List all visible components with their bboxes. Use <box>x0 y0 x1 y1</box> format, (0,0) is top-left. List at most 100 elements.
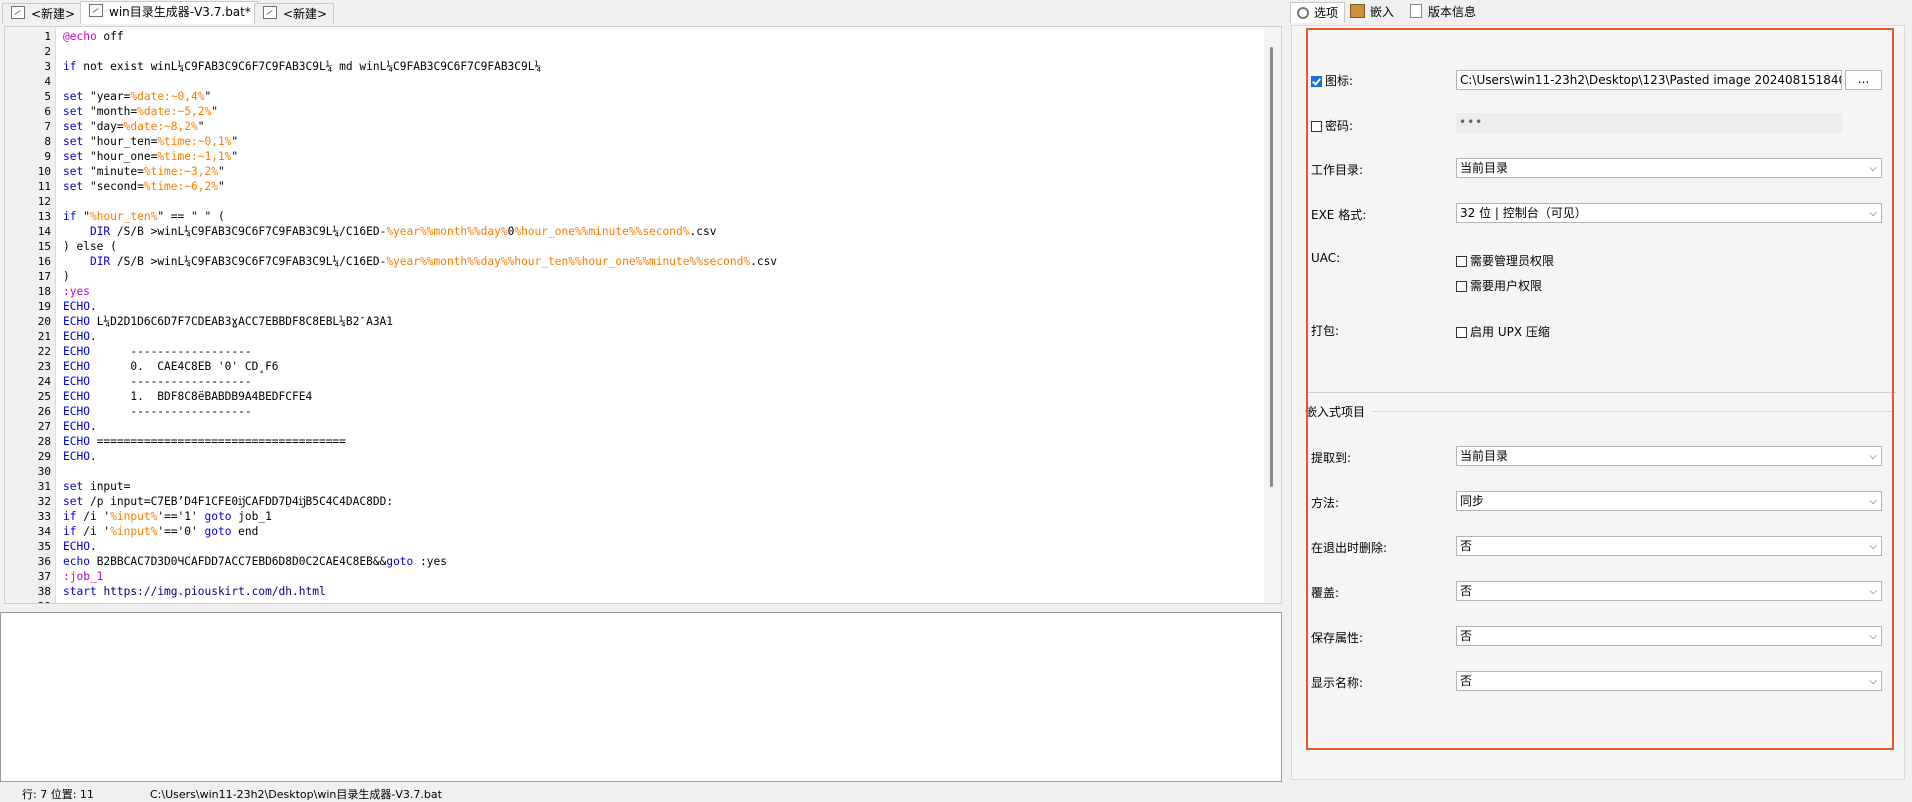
line-number: 39 <box>5 599 51 603</box>
uac-user-checkbox[interactable] <box>1456 281 1467 292</box>
line-number: 24 <box>37 375 51 388</box>
code-line: :job_1 <box>63 570 104 583</box>
password-checkbox[interactable] <box>1311 121 1322 132</box>
line-number: 27 <box>37 420 51 433</box>
upx-option[interactable]: 启用 UPX 压缩 <box>1456 323 1550 340</box>
code-line: ECHO 1. BDF8C8ëBABDB9A4BEDFCFE4 <box>63 390 313 403</box>
chevron-down-icon: ⌵ <box>1869 208 1877 219</box>
line-number: 35 <box>37 540 51 553</box>
save-attributes-select[interactable]: 否 ⌵ <box>1456 626 1882 646</box>
file-icon <box>89 4 103 17</box>
tab-options[interactable]: 选项 <box>1290 2 1346 23</box>
extract-to-label: 提取到: <box>1311 451 1352 465</box>
code-line: ... <box>63 599 83 603</box>
code-line: ECHO. <box>63 300 97 313</box>
method-select[interactable]: 同步 ⌵ <box>1456 491 1882 511</box>
overwrite-select[interactable]: 否 ⌵ <box>1456 581 1882 601</box>
line-number: 8 <box>44 135 51 148</box>
tab-new-1[interactable]: <新建> <box>2 3 83 24</box>
tab-embed[interactable]: 嵌入 <box>1350 2 1394 22</box>
line-number: 37 <box>37 570 51 583</box>
tab-new-2[interactable]: <新建> <box>254 3 335 24</box>
code-line: DIR /S/B >winL¼C9FAB3C9C6F7C9FAB3C9L¼/C1… <box>89 255 778 268</box>
line-number: 30 <box>37 465 51 478</box>
exe-format-select[interactable]: 32 位 | 控制台（可见） ⌵ <box>1456 203 1882 223</box>
output-panel[interactable] <box>0 612 1282 782</box>
cursor-position: 行: 7 位置: 11 <box>22 788 94 801</box>
icon-option[interactable]: 图标: <box>1311 72 1353 89</box>
line-number: 1 <box>44 30 51 43</box>
line-number: 22 <box>37 345 51 358</box>
line-number: 29 <box>37 450 51 463</box>
code-line: @echo off <box>63 30 124 43</box>
code-line: if "%hour_ten%" == " " ( <box>63 210 225 223</box>
uac-admin-checkbox[interactable] <box>1456 256 1467 267</box>
uac-user-option[interactable]: 需要用户权限 <box>1456 277 1542 294</box>
code-line: set "month=%date:~5,2%" <box>63 105 218 118</box>
line-number: 6 <box>44 105 51 118</box>
code-line: set "minute=%time:~3,2%" <box>63 165 225 178</box>
exe-format-label: EXE 格式: <box>1311 208 1367 222</box>
scrollbar-thumb[interactable] <box>1270 47 1273 487</box>
package-icon <box>1350 4 1365 18</box>
line-number: 32 <box>37 495 51 508</box>
line-number: 19 <box>37 300 51 313</box>
line-number: 20 <box>37 315 51 328</box>
icon-path-input[interactable]: C:\Users\win11-23h2\Desktop\123\Pasted i… <box>1456 70 1842 90</box>
code-line: DIR /S/B >winL¼C9FAB3C9C6F7C9FAB3C9L¼/C1… <box>89 225 717 238</box>
extract-to-select[interactable]: 当前目录 ⌵ <box>1456 446 1882 466</box>
section-divider <box>1306 392 1896 393</box>
browse-button[interactable]: ... <box>1845 70 1882 90</box>
save-attributes-label: 保存属性: <box>1311 631 1364 645</box>
icon-checkbox[interactable] <box>1311 76 1322 87</box>
embedded-items-group-label: 嵌入式项目 <box>1305 405 1366 419</box>
code-line: ECHO. <box>63 540 97 553</box>
code-line: ECHO ------------------ <box>63 375 252 388</box>
overwrite-label: 覆盖: <box>1311 586 1340 600</box>
tab-version-info[interactable]: 版本信息 <box>1410 2 1476 22</box>
password-input[interactable]: ••• <box>1456 113 1842 133</box>
line-number-gutter: 1 2 3 4 5 6 7 8 9 10 11 12 13 14 15 16 17 18 19 20 21 22 23 24 2… <box>5 27 56 603</box>
code-line: ECHO ------------------ <box>63 345 252 358</box>
line-number: 7 <box>44 120 51 133</box>
uac-admin-option[interactable]: 需要管理员权限 <box>1456 252 1554 269</box>
pack-label: 打包: <box>1311 324 1340 338</box>
line-number: 25 <box>37 390 51 403</box>
code-editor[interactable]: 1 2 3 4 5 6 7 8 9 10 11 12 13 14 15 16 17 18 19 20 21 22 23 24 2… <box>4 26 1282 604</box>
chevron-down-icon: ⌵ <box>1869 586 1877 597</box>
line-number: 23 <box>37 360 51 373</box>
show-name-select[interactable]: 否 ⌵ <box>1456 671 1882 691</box>
workdir-select[interactable]: 当前目录 ⌵ <box>1456 158 1882 178</box>
line-number: 4 <box>44 75 51 88</box>
method-label: 方法: <box>1311 496 1340 510</box>
delete-on-exit-select[interactable]: 否 ⌵ <box>1456 536 1882 556</box>
file-path-label: C:\Users\win11-23h2\Desktop\win目录生成器-V3.… <box>150 788 442 801</box>
vertical-scrollbar[interactable] <box>1264 27 1281 603</box>
line-number: 13 <box>37 210 51 223</box>
tab-bat-file[interactable]: win目录生成器-V3.7.bat* <box>80 1 258 24</box>
code-line: if /i '%input%'=='0' goto end <box>63 525 259 538</box>
upx-checkbox[interactable] <box>1456 327 1467 338</box>
line-number: 18 <box>37 285 51 298</box>
password-option[interactable]: 密码: <box>1311 117 1353 134</box>
code-line: set "hour_one=%time:~1,1%" <box>63 150 239 163</box>
chevron-down-icon: ⌵ <box>1869 451 1877 462</box>
line-number: 3 <box>44 60 51 73</box>
code-line: echo B2BBCAC7D3D0ЧCAFDD7ACC7EBD6D8D0C2CA… <box>63 555 447 568</box>
file-icon <box>263 6 277 19</box>
line-number: 16 <box>37 255 51 268</box>
code-line: ECHO ------------------ <box>63 405 252 418</box>
line-number: 9 <box>44 150 51 163</box>
line-number: 15 <box>37 240 51 253</box>
line-number: 12 <box>37 195 51 208</box>
code-line: ECHO. <box>63 330 97 343</box>
line-number: 10 <box>37 165 51 178</box>
code-line: set "second=%time:~6,2%" <box>63 180 225 193</box>
line-number: 36 <box>37 555 51 568</box>
line-number: 17 <box>37 270 51 283</box>
chevron-down-icon: ⌵ <box>1869 676 1877 687</box>
chevron-down-icon: ⌵ <box>1869 163 1877 174</box>
code-line: ECHO 0. CAE4C8EB '0' CD˳F6 <box>63 360 279 373</box>
chevron-down-icon: ⌵ <box>1869 541 1877 552</box>
show-name-label: 显示名称: <box>1311 676 1364 690</box>
